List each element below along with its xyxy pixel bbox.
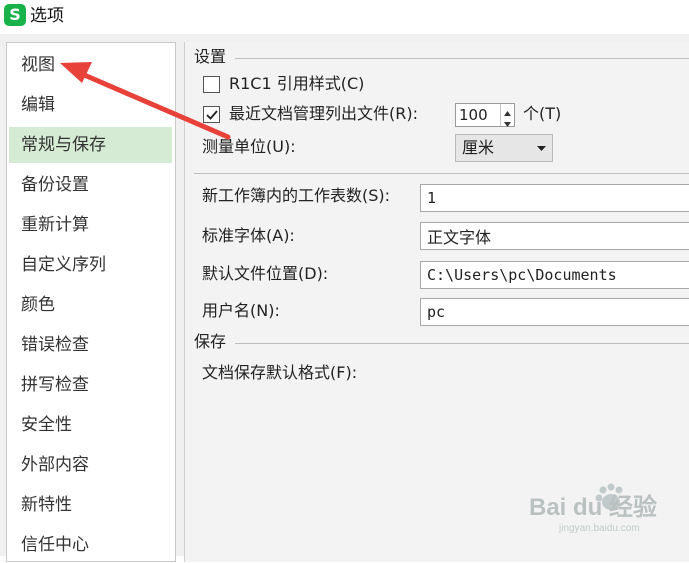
check-icon — [206, 110, 218, 120]
measure-unit-dropdown[interactable]: 厘米 — [455, 134, 553, 162]
save-section-title: 保存 — [194, 332, 227, 351]
settings-panel: 设置 R1C1 引用样式(C) 最近文档管理列出文件(R): 100 个(T) … — [184, 42, 689, 562]
sheet-count-label: 新工作簿内的工作表数(S): — [202, 186, 391, 205]
sidebar-item-new-features[interactable]: 新特性 — [9, 487, 172, 523]
recent-files-value: 100 — [459, 106, 488, 124]
recent-files-checkbox[interactable] — [203, 106, 220, 123]
recent-files-label: 最近文档管理列出文件(R): — [229, 104, 418, 123]
user-name-field[interactable] — [420, 298, 689, 326]
title-bar: S 选项 — [0, 0, 689, 34]
sidebar-item-backup[interactable]: 备份设置 — [9, 167, 172, 203]
wps-spreadsheet-icon: S — [4, 4, 26, 26]
standard-font-label: 标准字体(A): — [202, 226, 295, 245]
spin-buttons — [500, 104, 514, 127]
default-format-label: 文档保存默认格式(F): — [202, 363, 358, 382]
sidebar-item-custom-list[interactable]: 自定义序列 — [9, 247, 172, 283]
section-divider — [235, 58, 689, 59]
measure-unit-label: 测量单位(U): — [202, 137, 296, 156]
sidebar-item-general-save[interactable]: 常规与保存 — [9, 127, 172, 163]
standard-font-input[interactable] — [421, 223, 689, 249]
sidebar-item-color[interactable]: 颜色 — [9, 287, 172, 323]
sidebar-item-view[interactable]: 视图 — [9, 47, 172, 83]
spin-up-button[interactable] — [501, 104, 514, 116]
sidebar-item-trust-center[interactable]: 信任中心 — [9, 527, 172, 563]
standard-font-field[interactable] — [420, 222, 689, 250]
window-title: 选项 — [30, 6, 64, 26]
triangle-down-icon — [537, 146, 546, 151]
measure-unit-value: 厘米 — [462, 138, 495, 157]
dialog-body: 视图 编辑 常规与保存 备份设置 重新计算 自定义序列 颜色 错误检查 拼写检查… — [0, 34, 689, 562]
sheet-count-field[interactable] — [420, 184, 689, 212]
sheet-count-input[interactable] — [421, 185, 689, 211]
options-sidebar: 视图 编辑 常规与保存 备份设置 重新计算 自定义序列 颜色 错误检查 拼写检查… — [6, 42, 176, 562]
spin-down-button[interactable] — [501, 115, 514, 127]
section-divider — [194, 173, 689, 174]
user-name-input[interactable] — [421, 299, 689, 325]
sidebar-item-error-check[interactable]: 错误检查 — [9, 327, 172, 363]
recent-files-spinner[interactable]: 100 — [455, 103, 515, 127]
triangle-down-icon — [504, 122, 511, 127]
user-name-label: 用户名(N): — [202, 301, 280, 320]
default-location-field[interactable] — [420, 261, 689, 289]
sidebar-item-edit[interactable]: 编辑 — [9, 87, 172, 123]
sidebar-item-spell-check[interactable]: 拼写检查 — [9, 367, 172, 403]
sidebar-item-security[interactable]: 安全性 — [9, 407, 172, 443]
default-location-input[interactable] — [421, 262, 689, 288]
r1c1-label: R1C1 引用样式(C) — [229, 74, 365, 93]
sidebar-item-recalculate[interactable]: 重新计算 — [9, 207, 172, 243]
default-location-label: 默认文件位置(D): — [202, 264, 329, 283]
r1c1-checkbox[interactable] — [203, 76, 220, 93]
settings-section-title: 设置 — [194, 47, 227, 66]
sidebar-item-external-content[interactable]: 外部内容 — [9, 447, 172, 483]
recent-files-unit: 个(T) — [523, 104, 562, 123]
section-divider — [235, 343, 689, 344]
